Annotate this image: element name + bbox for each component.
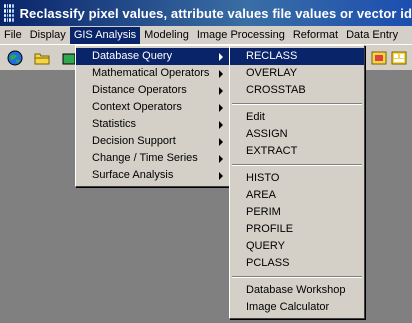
- database-query-submenu: RECLASS OVERLAY CROSSTAB Edit ASSIGN EXT…: [229, 45, 365, 319]
- submenu-arrow-icon: [219, 104, 223, 112]
- menu-item-label: Mathematical Operators: [92, 67, 210, 79]
- menu-item-decision-support[interactable]: Decision Support: [76, 133, 229, 150]
- menu-gis-analysis[interactable]: GIS Analysis: [69, 26, 141, 44]
- menu-display[interactable]: Display: [26, 27, 70, 44]
- menu-item-pclass[interactable]: PCLASS: [230, 255, 364, 272]
- menu-file[interactable]: File: [0, 27, 26, 44]
- menu-item-label: Decision Support: [92, 135, 176, 147]
- menu-data-entry[interactable]: Data Entry: [342, 27, 402, 44]
- menu-separator: [232, 103, 362, 105]
- menu-item-label: Distance Operators: [92, 84, 187, 96]
- menu-item-mathematical-operators[interactable]: Mathematical Operators: [76, 65, 229, 82]
- menu-item-overlay[interactable]: OVERLAY: [230, 65, 364, 82]
- submenu-arrow-icon: [219, 70, 223, 78]
- menu-item-label: Surface Analysis: [92, 169, 174, 181]
- window-title: Reclassify pixel values, attribute value…: [19, 5, 412, 21]
- gis-analysis-menu: Database Query Mathematical Operators Di…: [75, 45, 230, 187]
- menu-bar: File Display GIS Analysis Modeling Image…: [0, 26, 412, 45]
- menu-item-extract[interactable]: EXTRACT: [230, 143, 364, 160]
- menu-item-label: Context Operators: [92, 101, 182, 113]
- menu-item-label: Statistics: [92, 118, 137, 130]
- display-globe-icon[interactable]: [6, 49, 24, 67]
- app-icon: [4, 4, 14, 22]
- submenu-arrow-icon: [219, 87, 223, 95]
- menu-item-label: Change / Time Series: [92, 152, 198, 164]
- menu-item-database-workshop[interactable]: Database Workshop: [230, 282, 364, 299]
- title-bar: Reclassify pixel values, attribute value…: [0, 0, 412, 26]
- composite-icon[interactable]: [370, 49, 388, 67]
- menu-item-histo[interactable]: HISTO: [230, 170, 364, 187]
- menu-item-statistics[interactable]: Statistics: [76, 116, 229, 133]
- menu-item-reclass[interactable]: RECLASS: [230, 48, 364, 65]
- menu-item-label: Database Query: [92, 50, 173, 62]
- submenu-arrow-icon: [219, 121, 223, 129]
- menu-item-perim[interactable]: PERIM: [230, 204, 364, 221]
- submenu-arrow-icon: [219, 155, 223, 163]
- menu-item-crosstab[interactable]: CROSSTAB: [230, 82, 364, 99]
- submenu-arrow-icon: [219, 172, 223, 180]
- layout-icon[interactable]: [390, 49, 408, 67]
- menu-item-context-operators[interactable]: Context Operators: [76, 99, 229, 116]
- menu-reformat[interactable]: Reformat: [289, 27, 342, 44]
- submenu-arrow-icon: [219, 53, 223, 61]
- menu-item-image-calculator[interactable]: Image Calculator: [230, 299, 364, 316]
- open-folder-icon[interactable]: [33, 49, 51, 67]
- menu-item-change-time-series[interactable]: Change / Time Series: [76, 150, 229, 167]
- menu-item-surface-analysis[interactable]: Surface Analysis: [76, 167, 229, 184]
- menu-modeling[interactable]: Modeling: [140, 27, 193, 44]
- menu-item-query[interactable]: QUERY: [230, 238, 364, 255]
- menu-item-area[interactable]: AREA: [230, 187, 364, 204]
- menu-separator: [232, 164, 362, 166]
- submenu-arrow-icon: [219, 138, 223, 146]
- menu-item-distance-operators[interactable]: Distance Operators: [76, 82, 229, 99]
- menu-item-database-query[interactable]: Database Query: [76, 48, 229, 65]
- menu-separator: [232, 276, 362, 278]
- menu-image-processing[interactable]: Image Processing: [193, 27, 289, 44]
- menu-item-assign[interactable]: ASSIGN: [230, 126, 364, 143]
- menu-item-edit[interactable]: Edit: [230, 109, 364, 126]
- menu-item-profile[interactable]: PROFILE: [230, 221, 364, 238]
